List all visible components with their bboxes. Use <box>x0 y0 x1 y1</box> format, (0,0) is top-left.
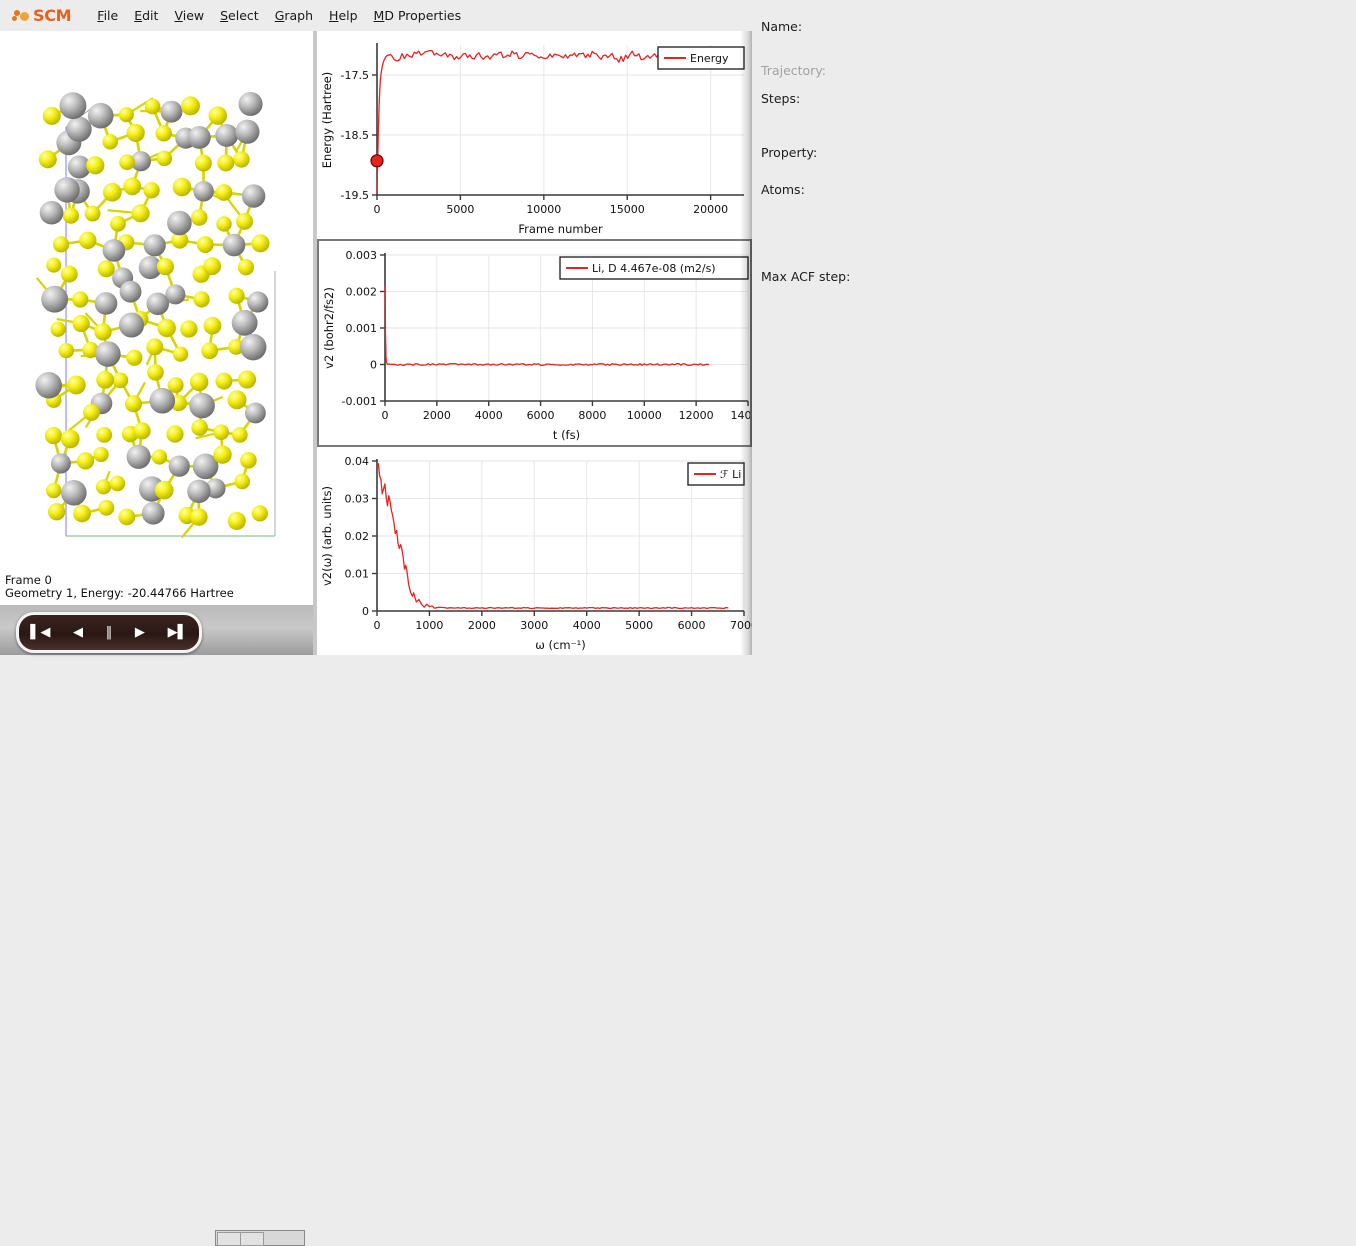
svg-text:10000: 10000 <box>526 203 561 216</box>
menu-item-md-properties[interactable]: MD Properties <box>366 5 470 26</box>
svg-text:2000: 2000 <box>423 409 451 422</box>
chart-vacf[interactable]: 0 2000 4000 6000 8000 10000 12000 14000 -0.001 0 0… <box>317 239 752 447</box>
svg-text:Energy: Energy <box>690 52 729 65</box>
svg-text:2000: 2000 <box>468 619 496 632</box>
svg-text:-18.5: -18.5 <box>341 129 369 142</box>
svg-text:7000: 7000 <box>730 619 752 632</box>
svg-text:-17.5: -17.5 <box>341 69 369 82</box>
menu-item-file[interactable]: File <box>89 5 126 26</box>
svg-text:-19.5: -19.5 <box>341 189 369 202</box>
svg-text:0.002: 0.002 <box>346 286 378 299</box>
svg-text:0: 0 <box>374 203 381 216</box>
max-acf-label: Max ACF step: <box>761 269 850 284</box>
molecule-viewport[interactable] <box>0 31 313 571</box>
chart-energy[interactable]: 0 5000 10000 15000 20000 -17.5 -18.5 -19.5 Frame… <box>317 31 752 239</box>
atoms-row: Atoms: <box>761 182 805 197</box>
svg-text:ω (cm⁻¹): ω (cm⁻¹) <box>535 638 585 652</box>
svg-text:0.03: 0.03 <box>345 493 370 506</box>
svg-text:12000: 12000 <box>679 409 714 422</box>
menu-bar: SCM File Edit View Select Graph Help MD … <box>0 0 752 32</box>
molecule-render <box>0 31 313 571</box>
svg-text:0: 0 <box>362 605 369 618</box>
property-label: Property: <box>761 145 817 160</box>
svg-text:1000: 1000 <box>415 619 443 632</box>
svg-text:6000: 6000 <box>678 619 706 632</box>
svg-text:0.01: 0.01 <box>345 568 370 581</box>
svg-text:6000: 6000 <box>527 409 555 422</box>
svg-text:0.02: 0.02 <box>345 530 370 543</box>
first-frame-button[interactable]: ▌◀ <box>30 626 50 639</box>
scm-logo-label: SCM <box>33 6 71 25</box>
svg-text:20000: 20000 <box>693 203 728 216</box>
menu-item-view[interactable]: View <box>166 5 212 26</box>
playback-controls: ▌◀ ◀ ‖ ▶ ▶▌ <box>16 612 202 653</box>
status-geometry: Geometry 1, Energy: -20.44766 Hartree <box>5 587 313 600</box>
atoms-label: Atoms: <box>761 182 805 197</box>
svg-text:3000: 3000 <box>520 619 548 632</box>
svg-text:0.003: 0.003 <box>346 249 378 262</box>
svg-text:5000: 5000 <box>446 203 474 216</box>
menu-item-graph[interactable]: Graph <box>267 5 321 26</box>
menu-item-help[interactable]: Help <box>321 5 366 26</box>
last-frame-button[interactable]: ▶▌ <box>168 626 188 639</box>
steps-row: Steps: <box>761 91 800 106</box>
svg-text:4000: 4000 <box>475 409 503 422</box>
previous-frame-button[interactable]: ◀ <box>73 626 83 639</box>
svg-text:0: 0 <box>370 359 377 372</box>
steps-label: Steps: <box>761 91 800 106</box>
svg-text:ℱ Li: ℱ Li <box>720 468 741 481</box>
pause-button[interactable]: ‖ <box>106 626 113 639</box>
svg-text:0: 0 <box>374 619 381 632</box>
menu-item-select[interactable]: Select <box>212 5 267 26</box>
svg-text:0.001: 0.001 <box>346 322 378 335</box>
svg-text:14000: 14000 <box>731 409 751 422</box>
svg-text:Energy (Hartree): Energy (Hartree) <box>320 72 334 168</box>
play-button[interactable]: ▶ <box>135 626 145 639</box>
svg-text:Frame number: Frame number <box>518 222 603 236</box>
name-label: Name: <box>761 19 886 34</box>
svg-text:4000: 4000 <box>573 619 601 632</box>
frame-slider[interactable] <box>215 1230 305 1246</box>
svg-text:15000: 15000 <box>610 203 645 216</box>
name-row: Name: <box>761 19 886 34</box>
svg-text:0.04: 0.04 <box>345 455 370 468</box>
scm-logo-icon <box>12 8 32 24</box>
svg-text:Li, D 4.467e-08 (m2/s): Li, D 4.467e-08 (m2/s) <box>592 262 716 275</box>
chart-vacf-svg: 0 2000 4000 6000 8000 10000 12000 14000 -0.001 0 0… <box>319 241 750 445</box>
md-properties-panel: Name: Trajectory: /home/franchini/fix202… <box>752 0 1356 655</box>
trajectory-row: Trajectory: <box>761 63 826 78</box>
viewport-status: Frame 0 Geometry 1, Energy: -20.44766 Ha… <box>0 571 313 605</box>
playback-bar: ▌◀ ◀ ‖ ▶ ▶▌ <box>0 605 313 655</box>
svg-text:0: 0 <box>382 409 389 422</box>
svg-text:-0.001: -0.001 <box>342 395 377 408</box>
property-row: Property: <box>761 145 817 160</box>
svg-text:t (fs): t (fs) <box>553 428 580 442</box>
chart-spectrum-svg: 0 1000 2000 3000 4000 5000 6000 7000 0 0.01 0.02 0.… <box>317 447 752 655</box>
charts-column: 05000100001500020000-17.5-18.5-19.5Frame… <box>317 31 752 655</box>
svg-text:v2 (bohr2/fs2): v2 (bohr2/fs2) <box>322 287 336 369</box>
chart-spectrum[interactable]: 0 1000 2000 3000 4000 5000 6000 7000 0 0.01 0.02 0.… <box>317 447 752 655</box>
menu-item-edit[interactable]: Edit <box>126 5 166 26</box>
svg-text:5000: 5000 <box>625 619 653 632</box>
svg-text:8000: 8000 <box>578 409 606 422</box>
svg-text:10000: 10000 <box>627 409 662 422</box>
trajectory-label: Trajectory: <box>761 63 826 78</box>
svg-text:v2(ω) (arb. units): v2(ω) (arb. units) <box>320 486 334 586</box>
scm-logo: SCM <box>12 6 71 25</box>
chart-energy-svg: 0 5000 10000 15000 20000 -17.5 -18.5 -19.5 Frame… <box>317 31 752 239</box>
max-acf-row: Max ACF step: <box>761 269 850 284</box>
